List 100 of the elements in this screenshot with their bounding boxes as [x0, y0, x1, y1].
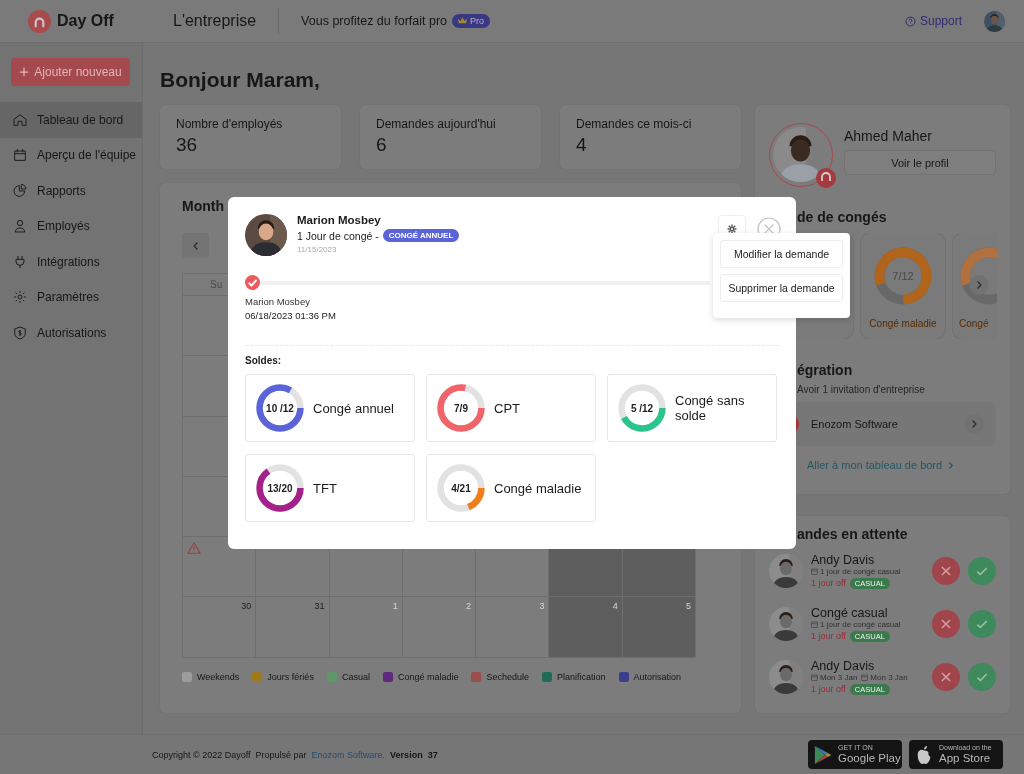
- request-name: Andy Davis: [811, 552, 876, 567]
- day-number: 1: [392, 601, 398, 612]
- leave-type-badge: CONGÉ ANNUEL: [382, 229, 460, 242]
- play-triangle-icon: [814, 744, 832, 765]
- balance-label: Congé: [959, 318, 989, 329]
- step-time: 06/18/2023 01:36 PM: [245, 310, 337, 321]
- pro-badge: Pro: [452, 14, 491, 28]
- chevron-button[interactable]: [964, 414, 984, 434]
- approve-button[interactable]: [968, 609, 996, 638]
- profile-name: Ahmed Maher: [844, 128, 933, 144]
- gauge-value: 7/9: [454, 402, 468, 414]
- view-profile-button[interactable]: Voir le profil: [844, 150, 996, 175]
- crown-icon: [458, 17, 468, 25]
- balance-label: TFT: [313, 480, 337, 496]
- store-name: Google Play: [838, 752, 901, 765]
- sidebar-item[interactable]: Employés: [0, 208, 142, 244]
- leave-text: 1 Jour de congé -: [297, 229, 379, 242]
- legend-label: Jours fériés: [267, 671, 314, 682]
- user-icon: [12, 218, 28, 235]
- close-icon: [939, 616, 953, 631]
- help-icon: [904, 15, 916, 27]
- employee-name: Marion Mosbey: [297, 214, 382, 226]
- section-title: égration: [797, 362, 854, 378]
- menu-item[interactable]: Supprimer la demande: [720, 274, 843, 302]
- days-off: 1 jour off: [811, 578, 846, 588]
- balance-label: Congé sans solde: [675, 393, 746, 423]
- calendar-icon: [811, 673, 818, 681]
- gauge-value: 4/21: [451, 482, 471, 494]
- calendar-icon: [811, 567, 818, 575]
- close-icon: [939, 563, 953, 578]
- day-number: 4: [612, 601, 618, 612]
- pie-chart-icon: [12, 182, 28, 199]
- balances-title: Soldes:: [245, 355, 283, 366]
- sidebar-item[interactable]: Aperçu de l'équipe: [0, 137, 142, 173]
- copyright-text: Copyright © 2022 Dayoff: [152, 749, 251, 760]
- powered-by-text: Propulsé par: [255, 749, 307, 760]
- legend-label: Planification: [557, 671, 606, 682]
- day-number: 2: [466, 601, 472, 612]
- stat-label: Demandes ce mois-ci: [576, 117, 693, 131]
- reject-button[interactable]: [932, 556, 960, 585]
- greeting: Bonjour Maram,: [160, 67, 321, 93]
- reject-button[interactable]: [932, 662, 960, 691]
- day-cell[interactable]: 4: [548, 597, 622, 657]
- day-number: 30: [241, 601, 252, 612]
- company-name: L'entreprise: [173, 12, 257, 30]
- dashboard-link[interactable]: Aller à mon tableau de bord: [807, 459, 956, 471]
- store-name: App Store: [939, 752, 992, 765]
- settings-icon: [726, 223, 738, 235]
- badge-icon: [816, 168, 836, 188]
- chevron-right-icon: [974, 280, 984, 290]
- add-new-button[interactable]: Ajouter nouveau: [11, 58, 130, 86]
- invitation-text: Avoir 1 invitation d'entreprise: [797, 384, 926, 395]
- day-cell[interactable]: 5: [621, 597, 695, 657]
- menu-item[interactable]: Modifier la demande: [720, 240, 843, 268]
- sidebar-item[interactable]: Rapports: [0, 173, 142, 209]
- request-detail: 1 jour de congé casual: [811, 566, 901, 576]
- request-detail: Mon 3 Jan: [811, 672, 858, 682]
- previous-button[interactable]: [182, 233, 209, 258]
- day-number: 31: [314, 601, 325, 612]
- stat-label: Nombre d'employés: [176, 117, 284, 131]
- sidebar-item[interactable]: Tableau de bord: [0, 102, 142, 138]
- plus-icon: [19, 67, 30, 77]
- company-link[interactable]: Enozom Software.: [311, 749, 386, 760]
- days-off: 1 jour off: [811, 684, 846, 694]
- company-name: Enozom Software: [811, 418, 899, 430]
- gauge-value: 5 /12: [630, 402, 654, 414]
- apple-icon: [915, 744, 933, 765]
- plan-text: Vous profitez du forfait pro: [301, 14, 448, 28]
- legend-label: Congé maladie: [397, 671, 459, 682]
- approve-button[interactable]: [968, 556, 996, 585]
- sidebar-item[interactable]: Intégrations: [0, 244, 142, 280]
- stat-value: 36: [176, 134, 199, 156]
- balance-label: Congé annuel: [313, 400, 394, 416]
- request-date: 11/15/2023: [297, 245, 338, 254]
- request-name: Congé casual: [811, 605, 889, 620]
- plug-icon: [12, 253, 28, 270]
- version-label: Version: [390, 749, 423, 760]
- gauge-value: 10 /12: [266, 402, 294, 414]
- gauge-value: 13/20: [267, 482, 293, 494]
- section-title: andes en attente: [797, 526, 909, 542]
- support-link[interactable]: Support: [904, 14, 962, 28]
- stat-value: 6: [376, 134, 388, 156]
- balance-label: Congé maladie: [869, 318, 937, 329]
- calendar-icon: [811, 620, 818, 628]
- sidebar-item[interactable]: Paramètres: [0, 279, 142, 315]
- logo-icon: [28, 9, 51, 33]
- stat-value: 4: [576, 134, 588, 156]
- request-name: Andy Davis: [811, 658, 876, 673]
- shield-icon: [12, 324, 28, 341]
- reject-button[interactable]: [932, 609, 960, 638]
- stat-label: Demandes aujourd'hui: [376, 117, 497, 131]
- balance-label: CPT: [494, 400, 520, 416]
- approve-button[interactable]: [968, 662, 996, 691]
- legend-label: Weekends: [197, 671, 240, 682]
- sidebar-item[interactable]: Autorisations: [0, 315, 142, 351]
- step-name: Marion Mosbey: [245, 296, 311, 307]
- section-title: de de congés: [797, 209, 888, 225]
- chevron-right-icon: [969, 419, 979, 429]
- close-icon: [939, 669, 953, 684]
- gear-icon: [12, 289, 28, 306]
